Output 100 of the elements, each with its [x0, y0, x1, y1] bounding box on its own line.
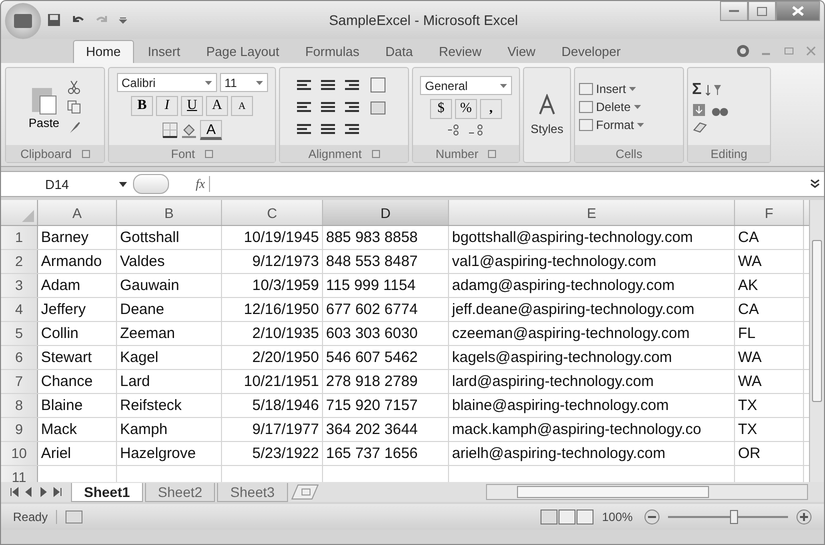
formula-bar-handle[interactable] [133, 174, 169, 194]
fill-color-icon[interactable] [181, 122, 197, 138]
slider-thumb[interactable] [730, 510, 738, 524]
close-button[interactable] [776, 1, 820, 21]
table-cell: 2/20/1950 [222, 346, 323, 369]
launcher-icon[interactable] [205, 150, 213, 158]
table-cell: Blaine [38, 394, 117, 417]
column-header[interactable]: A [38, 200, 117, 225]
minimize-button[interactable] [720, 1, 748, 21]
table-cell: lard@aspiring-technology.com [449, 370, 735, 393]
office-button[interactable] [5, 3, 41, 39]
row-header[interactable]: 7 [1, 370, 38, 393]
copy-icon[interactable] [67, 100, 82, 114]
table-cell: WA [735, 250, 804, 273]
decrease-decimal-icon[interactable] [468, 123, 486, 137]
table-cell: WA [735, 370, 804, 393]
vertical-scrollbar[interactable] [809, 200, 824, 482]
row-header[interactable]: 5 [1, 322, 38, 345]
row-header[interactable]: 4 [1, 298, 38, 321]
sort-filter-icon[interactable] [704, 82, 723, 96]
ribbon-tab[interactable]: Home [73, 40, 134, 63]
group-label: Cells [616, 146, 642, 160]
underline-button[interactable]: U [181, 96, 203, 116]
cells-menu-button[interactable]: Delete [579, 100, 641, 114]
autosum-button[interactable]: Σ [692, 80, 702, 98]
caret-icon [634, 104, 641, 108]
number-format-dropdown[interactable]: General [420, 76, 512, 95]
row-header[interactable]: 8 [1, 394, 38, 417]
italic-button[interactable]: I [156, 96, 178, 116]
caret-icon [500, 84, 507, 88]
launcher-icon[interactable] [82, 150, 90, 158]
zoom-in-icon[interactable] [796, 509, 812, 525]
insert-function-button[interactable]: fx [175, 176, 210, 192]
currency-button[interactable]: $ [430, 99, 452, 119]
bold-button[interactable]: B [131, 96, 153, 116]
ribbon-tab[interactable]: Developer [549, 41, 633, 63]
table-cell: 5/18/1946 [222, 394, 323, 417]
font-family-dropdown[interactable]: Calibri [116, 73, 216, 92]
horizontal-scrollbar[interactable] [486, 484, 808, 500]
sheet-tab[interactable]: Sheet2 [144, 482, 216, 502]
ribbon-tab[interactable]: Insert [136, 41, 192, 63]
font-color-button[interactable]: A [200, 120, 222, 140]
row-header[interactable]: 9 [1, 418, 38, 441]
table-cell: 546 607 5462 [323, 346, 449, 369]
table-cell: kagels@aspiring-technology.com [449, 346, 735, 369]
sheet-tab[interactable]: Sheet1 [71, 482, 143, 502]
row-header[interactable]: 3 [1, 274, 38, 297]
window-title: SampleExcel - Microsoft Excel [328, 12, 520, 28]
maximize-button[interactable] [748, 1, 776, 21]
table-cell: 677 602 6774 [323, 298, 449, 321]
ribbon-tab[interactable]: Page Layout [194, 41, 292, 63]
zoom-out-icon[interactable] [644, 509, 660, 525]
comma-button[interactable]: , [480, 99, 502, 119]
column-header[interactable]: D [323, 200, 449, 225]
styles-button[interactable]: Styles [530, 122, 564, 136]
zoom-level[interactable]: 100% [602, 510, 636, 524]
launcher-icon[interactable] [372, 150, 380, 158]
format-painter-icon[interactable] [67, 120, 82, 134]
name-box[interactable]: D14 [1, 176, 113, 192]
column-header[interactable]: E [449, 200, 735, 225]
grow-font-button[interactable]: A [206, 96, 228, 116]
row-header[interactable]: 1 [1, 226, 38, 249]
customize-icon[interactable] [119, 16, 127, 24]
percent-button[interactable]: % [455, 99, 477, 119]
insert-sheet-icon[interactable] [290, 484, 320, 500]
cells-menu-button[interactable]: Insert [579, 82, 636, 96]
table-cell: val1@aspiring-technology.com [449, 250, 735, 273]
table-cell: TX [735, 418, 804, 441]
view-buttons-icon[interactable] [540, 509, 594, 525]
ribbon-tab[interactable]: Formulas [293, 41, 372, 63]
table-cell: 364 202 3644 [323, 418, 449, 441]
borders-icon[interactable] [162, 122, 178, 138]
table-cell: TX [735, 394, 804, 417]
expand-icon[interactable] [810, 179, 820, 189]
ribbon-tab[interactable]: Data [373, 41, 425, 63]
save-icon[interactable] [47, 13, 61, 27]
dropdown-arrow-icon[interactable] [119, 182, 127, 186]
row-header[interactable]: 10 [1, 442, 38, 465]
row-header[interactable]: 11 [1, 466, 38, 482]
row-header[interactable]: 2 [1, 250, 38, 273]
paste-button[interactable]: Paste [28, 84, 60, 130]
column-header[interactable]: F [735, 200, 804, 225]
column-header[interactable]: B [117, 200, 222, 225]
fill-icon[interactable] [692, 102, 708, 116]
font-size-dropdown[interactable]: 11 [220, 73, 268, 92]
ribbon-tab[interactable]: View [496, 41, 548, 63]
table-cell: Kagel [117, 346, 222, 369]
cells-menu-button[interactable]: Format [579, 118, 644, 132]
macro-record-icon[interactable] [64, 510, 83, 524]
cut-icon[interactable] [67, 80, 82, 94]
row-header[interactable]: 6 [1, 346, 38, 369]
launcher-icon[interactable] [488, 150, 496, 158]
ribbon-tab[interactable]: Review [426, 41, 494, 63]
sheet-tab[interactable]: Sheet3 [217, 482, 288, 502]
shrink-font-button[interactable]: A [231, 96, 253, 116]
help-icon[interactable] [736, 44, 750, 58]
table-cell: Stewart [38, 346, 117, 369]
eraser-icon[interactable] [692, 120, 708, 132]
table-cell: WA [735, 346, 804, 369]
table-cell: Chance [38, 370, 117, 393]
